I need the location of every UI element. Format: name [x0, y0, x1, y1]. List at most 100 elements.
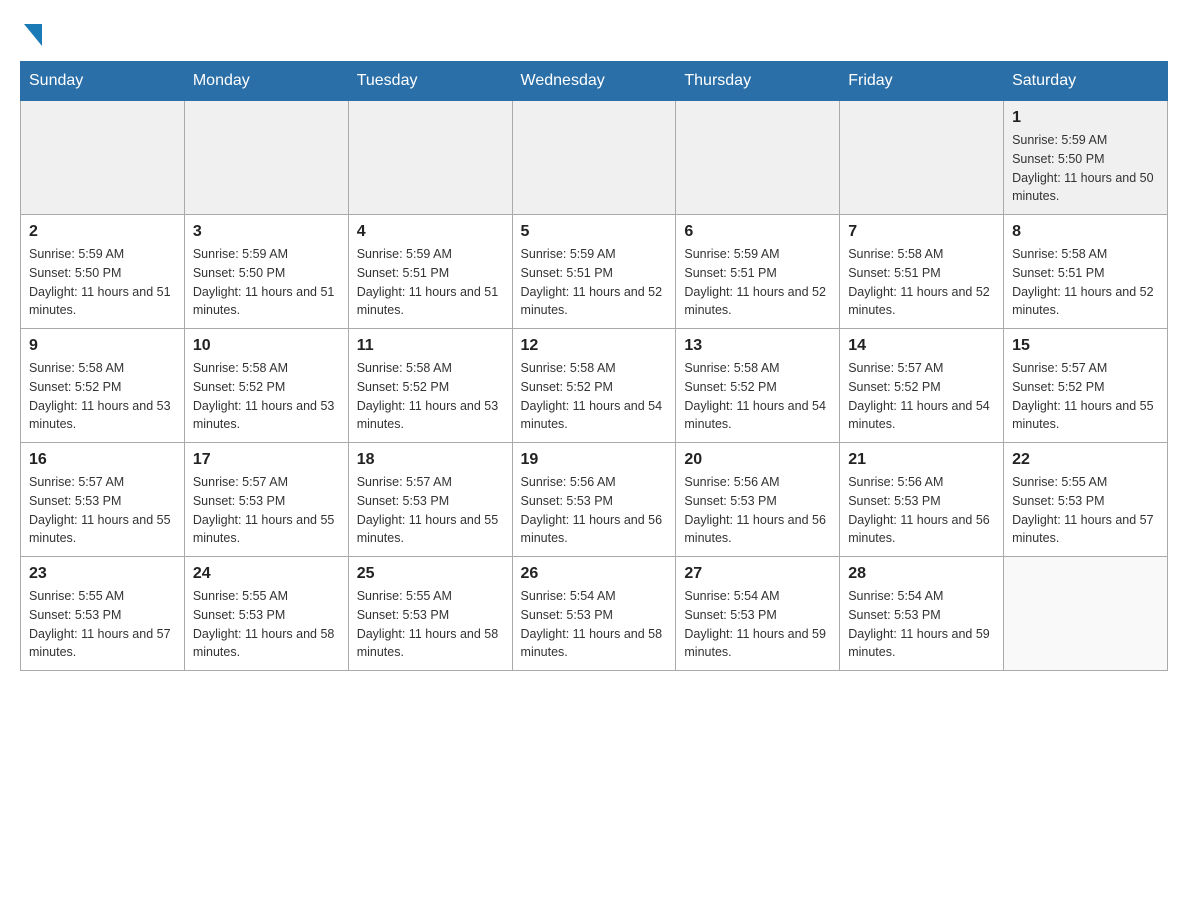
- day-number: 7: [848, 223, 995, 241]
- calendar-cell: 12 Sunrise: 5:58 AMSunset: 5:52 PMDayligh…: [512, 329, 676, 443]
- logo: [20, 20, 42, 51]
- calendar-cell: 1 Sunrise: 5:59 AMSunset: 5:50 PMDaylight…: [1004, 101, 1168, 215]
- day-info: Sunrise: 5:58 AMSunset: 5:51 PMDaylight:…: [848, 245, 995, 320]
- logo-arrow-icon: [24, 24, 42, 51]
- day-info: Sunrise: 5:55 AMSunset: 5:53 PMDaylight:…: [193, 587, 340, 662]
- calendar-table: Sunday Monday Tuesday Wednesday Thursday…: [20, 61, 1168, 671]
- day-info: Sunrise: 5:57 AMSunset: 5:53 PMDaylight:…: [193, 473, 340, 548]
- header-tuesday: Tuesday: [348, 62, 512, 101]
- calendar-week-row-4: 23 Sunrise: 5:55 AMSunset: 5:53 PMDayligh…: [21, 557, 1168, 671]
- calendar-cell: 10 Sunrise: 5:58 AMSunset: 5:52 PMDayligh…: [184, 329, 348, 443]
- day-info: Sunrise: 5:55 AMSunset: 5:53 PMDaylight:…: [29, 587, 176, 662]
- header-friday: Friday: [840, 62, 1004, 101]
- calendar-cell: 17 Sunrise: 5:57 AMSunset: 5:53 PMDayligh…: [184, 443, 348, 557]
- calendar-cell: 14 Sunrise: 5:57 AMSunset: 5:52 PMDayligh…: [840, 329, 1004, 443]
- day-info: Sunrise: 5:57 AMSunset: 5:53 PMDaylight:…: [29, 473, 176, 548]
- page-header: [20, 20, 1168, 51]
- calendar-cell: 2 Sunrise: 5:59 AMSunset: 5:50 PMDaylight…: [21, 215, 185, 329]
- day-number: 19: [521, 451, 668, 469]
- day-info: Sunrise: 5:57 AMSunset: 5:52 PMDaylight:…: [848, 359, 995, 434]
- calendar-cell: 24 Sunrise: 5:55 AMSunset: 5:53 PMDayligh…: [184, 557, 348, 671]
- calendar-cell: 7 Sunrise: 5:58 AMSunset: 5:51 PMDaylight…: [840, 215, 1004, 329]
- calendar-cell: 25Sunrise: 5:55 AMSunset: 5:53 PMDayligh…: [348, 557, 512, 671]
- calendar-cell: 13Sunrise: 5:58 AMSunset: 5:52 PMDayligh…: [676, 329, 840, 443]
- day-number: 26: [521, 565, 668, 583]
- calendar-cell: 5 Sunrise: 5:59 AMSunset: 5:51 PMDaylight…: [512, 215, 676, 329]
- day-info: Sunrise: 5:59 AMSunset: 5:50 PMDaylight:…: [1012, 131, 1159, 206]
- day-info: Sunrise: 5:58 AMSunset: 5:52 PMDaylight:…: [357, 359, 504, 434]
- day-number: 2: [29, 223, 176, 241]
- calendar-cell: 8Sunrise: 5:58 AMSunset: 5:51 PMDaylight…: [1004, 215, 1168, 329]
- day-number: 21: [848, 451, 995, 469]
- day-number: 5: [521, 223, 668, 241]
- day-info: Sunrise: 5:59 AMSunset: 5:51 PMDaylight:…: [684, 245, 831, 320]
- calendar-cell: 3 Sunrise: 5:59 AMSunset: 5:50 PMDaylight…: [184, 215, 348, 329]
- day-info: Sunrise: 5:57 AMSunset: 5:52 PMDaylight:…: [1012, 359, 1159, 434]
- calendar-week-row-1: 2 Sunrise: 5:59 AMSunset: 5:50 PMDaylight…: [21, 215, 1168, 329]
- calendar-week-row-0: 1 Sunrise: 5:59 AMSunset: 5:50 PMDaylight…: [21, 101, 1168, 215]
- header-sunday: Sunday: [21, 62, 185, 101]
- day-info: Sunrise: 5:58 AMSunset: 5:51 PMDaylight:…: [1012, 245, 1159, 320]
- calendar-cell: [676, 101, 840, 215]
- day-info: Sunrise: 5:59 AMSunset: 5:50 PMDaylight:…: [29, 245, 176, 320]
- calendar-cell: [1004, 557, 1168, 671]
- day-number: 17: [193, 451, 340, 469]
- day-info: Sunrise: 5:56 AMSunset: 5:53 PMDaylight:…: [848, 473, 995, 548]
- day-number: 20: [684, 451, 831, 469]
- weekday-header-row: Sunday Monday Tuesday Wednesday Thursday…: [21, 62, 1168, 101]
- day-info: Sunrise: 5:57 AMSunset: 5:53 PMDaylight:…: [357, 473, 504, 548]
- day-number: 24: [193, 565, 340, 583]
- calendar-cell: 11 Sunrise: 5:58 AMSunset: 5:52 PMDayligh…: [348, 329, 512, 443]
- calendar-week-row-2: 9 Sunrise: 5:58 AMSunset: 5:52 PMDaylight…: [21, 329, 1168, 443]
- calendar-cell: 18 Sunrise: 5:57 AMSunset: 5:53 PMDayligh…: [348, 443, 512, 557]
- day-info: Sunrise: 5:58 AMSunset: 5:52 PMDaylight:…: [29, 359, 176, 434]
- calendar-cell: [348, 101, 512, 215]
- day-info: Sunrise: 5:59 AMSunset: 5:51 PMDaylight:…: [357, 245, 504, 320]
- calendar-cell: 4 Sunrise: 5:59 AMSunset: 5:51 PMDaylight…: [348, 215, 512, 329]
- day-number: 3: [193, 223, 340, 241]
- calendar-cell: 20 Sunrise: 5:56 AMSunset: 5:53 PMDayligh…: [676, 443, 840, 557]
- calendar-cell: 9 Sunrise: 5:58 AMSunset: 5:52 PMDaylight…: [21, 329, 185, 443]
- calendar-cell: 26Sunrise: 5:54 AMSunset: 5:53 PMDayligh…: [512, 557, 676, 671]
- day-number: 6: [684, 223, 831, 241]
- calendar-cell: 22 Sunrise: 5:55 AMSunset: 5:53 PMDayligh…: [1004, 443, 1168, 557]
- day-info: Sunrise: 5:59 AMSunset: 5:50 PMDaylight:…: [193, 245, 340, 320]
- day-info: Sunrise: 5:56 AMSunset: 5:53 PMDaylight:…: [684, 473, 831, 548]
- day-number: 11: [357, 337, 504, 355]
- day-number: 22: [1012, 451, 1159, 469]
- day-info: Sunrise: 5:58 AMSunset: 5:52 PMDaylight:…: [193, 359, 340, 434]
- calendar-cell: 19 Sunrise: 5:56 AMSunset: 5:53 PMDayligh…: [512, 443, 676, 557]
- day-number: 28: [848, 565, 995, 583]
- calendar-week-row-3: 16 Sunrise: 5:57 AMSunset: 5:53 PMDayligh…: [21, 443, 1168, 557]
- day-info: Sunrise: 5:54 AMSunset: 5:53 PMDaylight:…: [684, 587, 831, 662]
- calendar-cell: 28Sunrise: 5:54 AMSunset: 5:53 PMDayligh…: [840, 557, 1004, 671]
- day-number: 25: [357, 565, 504, 583]
- day-number: 1: [1012, 109, 1159, 127]
- calendar-cell: 15 Sunrise: 5:57 AMSunset: 5:52 PMDayligh…: [1004, 329, 1168, 443]
- day-number: 16: [29, 451, 176, 469]
- day-info: Sunrise: 5:59 AMSunset: 5:51 PMDaylight:…: [521, 245, 668, 320]
- calendar-cell: 16 Sunrise: 5:57 AMSunset: 5:53 PMDayligh…: [21, 443, 185, 557]
- header-saturday: Saturday: [1004, 62, 1168, 101]
- calendar-cell: [21, 101, 185, 215]
- header-monday: Monday: [184, 62, 348, 101]
- calendar-cell: 21 Sunrise: 5:56 AMSunset: 5:53 PMDayligh…: [840, 443, 1004, 557]
- day-info: Sunrise: 5:56 AMSunset: 5:53 PMDaylight:…: [521, 473, 668, 548]
- calendar-cell: [840, 101, 1004, 215]
- day-number: 4: [357, 223, 504, 241]
- calendar-cell: 6 Sunrise: 5:59 AMSunset: 5:51 PMDaylight…: [676, 215, 840, 329]
- calendar-cell: 27Sunrise: 5:54 AMSunset: 5:53 PMDayligh…: [676, 557, 840, 671]
- day-info: Sunrise: 5:58 AMSunset: 5:52 PMDaylight:…: [521, 359, 668, 434]
- header-wednesday: Wednesday: [512, 62, 676, 101]
- day-number: 10: [193, 337, 340, 355]
- day-info: Sunrise: 5:55 AMSunset: 5:53 PMDaylight:…: [1012, 473, 1159, 548]
- header-thursday: Thursday: [676, 62, 840, 101]
- day-number: 15: [1012, 337, 1159, 355]
- day-number: 12: [521, 337, 668, 355]
- day-number: 23: [29, 565, 176, 583]
- calendar-cell: 23 Sunrise: 5:55 AMSunset: 5:53 PMDayligh…: [21, 557, 185, 671]
- day-info: Sunrise: 5:58 AMSunset: 5:52 PMDaylight:…: [684, 359, 831, 434]
- day-number: 9: [29, 337, 176, 355]
- day-number: 14: [848, 337, 995, 355]
- day-number: 18: [357, 451, 504, 469]
